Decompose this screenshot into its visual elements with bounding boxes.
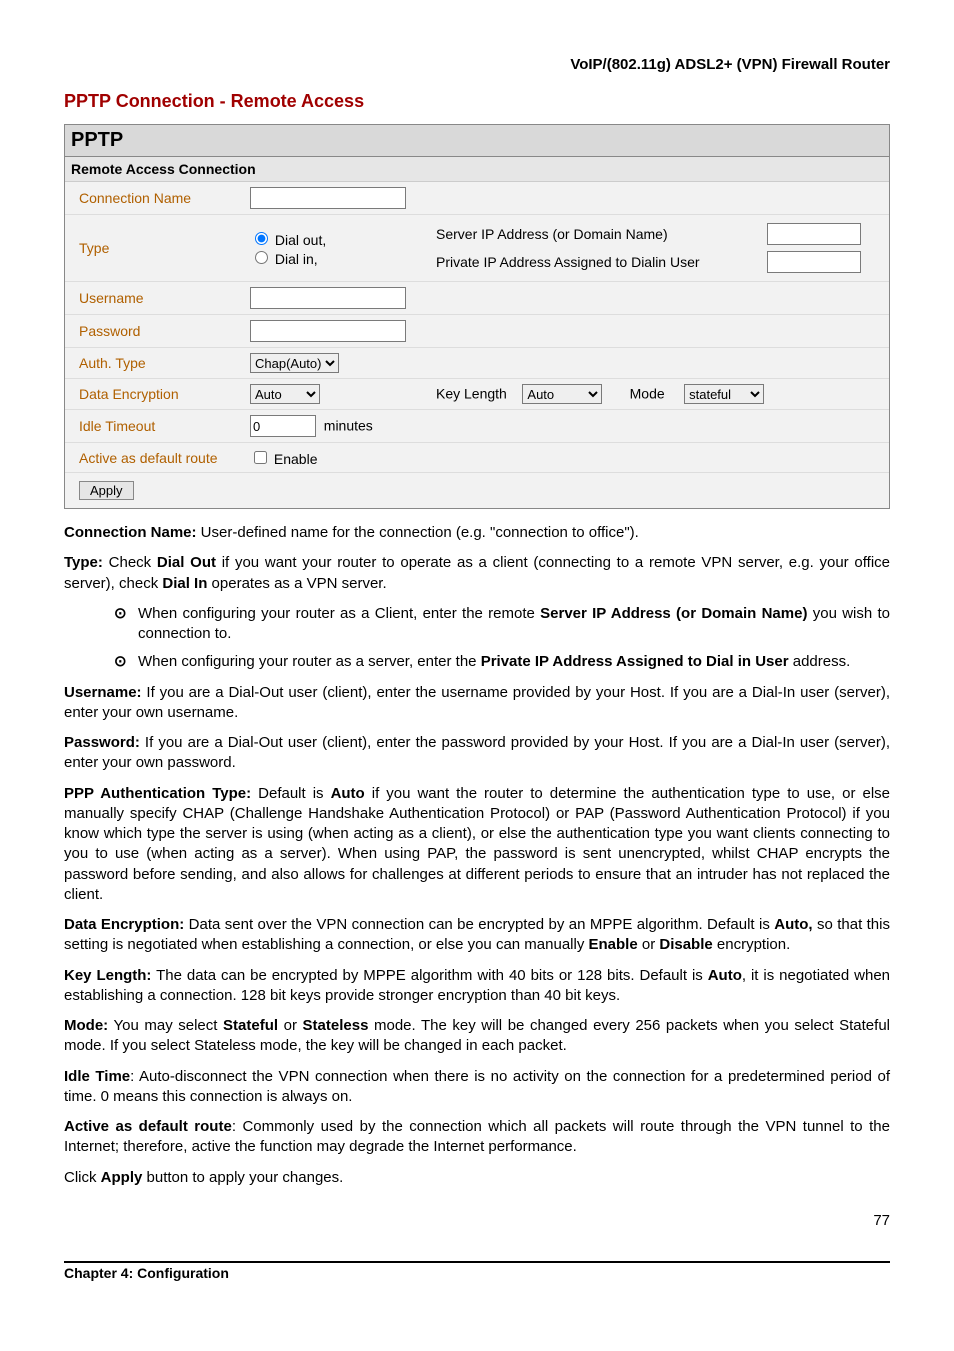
description-block: Connection Name: User-defined name for t…	[64, 523, 890, 1188]
type-bullets: When configuring your router as a Client…	[114, 604, 890, 673]
product-header: VoIP/(802.11g) ADSL2+ (VPN) Firewall Rou…	[64, 56, 890, 73]
desc-type: Type: Check Dial Out if you want your ro…	[64, 553, 890, 594]
type-radios: Dial out, Dial in,	[242, 215, 428, 282]
row-default-route: Active as default route Enable	[65, 443, 889, 473]
label-password: Password	[65, 315, 242, 348]
checkbox-enable[interactable]	[254, 451, 267, 464]
radio-dial-out-label[interactable]: Dial out,	[250, 232, 326, 248]
label-username: Username	[65, 282, 242, 315]
input-username[interactable]	[250, 287, 406, 309]
footer-chapter: Chapter 4: Configuration	[64, 1265, 229, 1281]
server-ip-label: Server IP Address (or Domain Name)	[436, 226, 668, 242]
select-data-encryption[interactable]: Auto	[250, 384, 320, 404]
desc-click-apply: Click Apply button to apply your changes…	[64, 1168, 890, 1188]
bullet-client: When configuring your router as a Client…	[114, 604, 890, 645]
input-connection-name[interactable]	[250, 187, 406, 209]
desc-password: Password: If you are a Dial-Out user (cl…	[64, 733, 890, 774]
config-table: Connection Name Type Dial out, Dial in, …	[65, 182, 889, 508]
input-private-ip[interactable]	[767, 251, 861, 273]
label-default-route: Active as default route	[65, 443, 242, 473]
row-idle-timeout: Idle Timeout minutes	[65, 410, 889, 443]
section-title: PPTP Connection - Remote Access	[64, 91, 890, 112]
input-idle-timeout[interactable]	[250, 415, 316, 437]
panel-subheader: Remote Access Connection	[65, 157, 889, 182]
label-idle-timeout: Idle Timeout	[65, 410, 242, 443]
desc-key-length: Key Length: The data can be encrypted by…	[64, 966, 890, 1007]
enable-checkbox-label[interactable]: Enable	[250, 451, 317, 467]
desc-active-default: Active as default route: Commonly used b…	[64, 1117, 890, 1158]
label-auth-type: Auth. Type	[65, 348, 242, 379]
label-type: Type	[65, 215, 242, 282]
bullet-server: When configuring your router as a server…	[114, 652, 890, 672]
label-connection-name: Connection Name	[65, 182, 242, 215]
select-mode[interactable]: stateful	[684, 384, 764, 404]
row-connection-name: Connection Name	[65, 182, 889, 215]
row-username: Username	[65, 282, 889, 315]
select-auth-type[interactable]: Chap(Auto)	[250, 353, 339, 373]
enable-text: Enable	[274, 451, 318, 467]
row-password: Password	[65, 315, 889, 348]
idle-timeout-unit: minutes	[324, 418, 373, 434]
private-ip-label: Private IP Address Assigned to Dialin Us…	[436, 254, 700, 270]
page-number: 77	[64, 1212, 890, 1229]
input-password[interactable]	[250, 320, 406, 342]
pptp-panel: PPTP Remote Access Connection Connection…	[64, 124, 890, 509]
radio-dial-in[interactable]	[255, 251, 268, 264]
type-right-inputs	[759, 215, 889, 282]
mode-label: Mode	[630, 386, 665, 402]
radio-dial-out-text: Dial out,	[275, 232, 326, 248]
key-length-label: Key Length	[436, 386, 507, 402]
desc-ppp-auth: PPP Authentication Type: Default is Auto…	[64, 784, 890, 906]
row-auth-type: Auth. Type Chap(Auto)	[65, 348, 889, 379]
desc-mode: Mode: You may select Stateful or Statele…	[64, 1016, 890, 1057]
row-type: Type Dial out, Dial in, Server IP Addres…	[65, 215, 889, 282]
apply-button[interactable]: Apply	[79, 481, 134, 500]
input-server-ip[interactable]	[767, 223, 861, 245]
row-data-encryption: Data Encryption Auto Key Length Auto Mod…	[65, 379, 889, 410]
radio-dial-in-label[interactable]: Dial in,	[250, 251, 318, 267]
panel-title: PPTP	[65, 125, 889, 157]
select-key-length[interactable]: Auto	[522, 384, 602, 404]
radio-dial-out[interactable]	[255, 232, 268, 245]
type-right-labels: Server IP Address (or Domain Name) Priva…	[428, 215, 759, 282]
desc-data-encryption: Data Encryption: Data sent over the VPN …	[64, 915, 890, 956]
desc-username: Username: If you are a Dial-Out user (cl…	[64, 683, 890, 724]
footer: Chapter 4: Configuration	[64, 1261, 890, 1281]
radio-dial-in-text: Dial in,	[275, 251, 318, 267]
label-data-encryption: Data Encryption	[65, 379, 242, 410]
desc-idle-time: Idle Time: Auto-disconnect the VPN conne…	[64, 1067, 890, 1108]
row-apply: Apply	[65, 473, 889, 509]
desc-connection-name: Connection Name: User-defined name for t…	[64, 523, 890, 543]
